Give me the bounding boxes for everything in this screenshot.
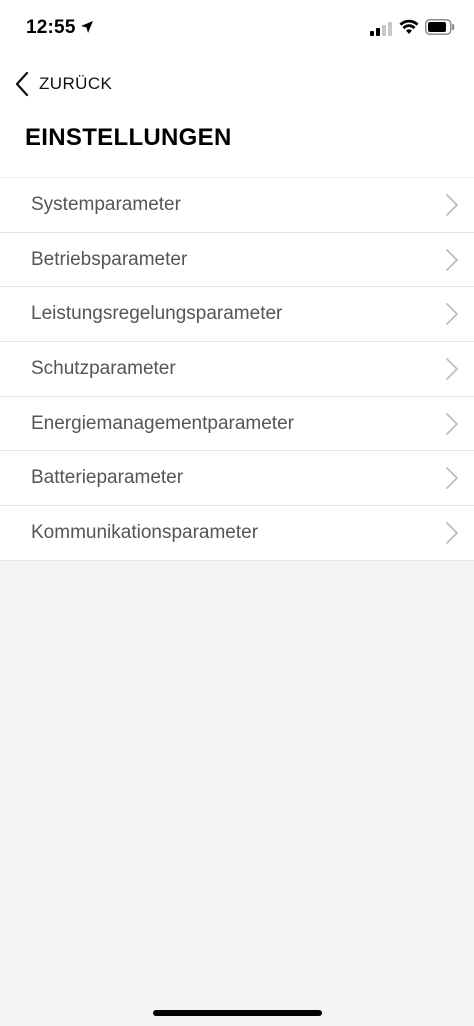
menu-item-label: Energiemanagementparameter (31, 412, 294, 434)
header-area: 12:55 ZURÜCK EINSTELLUNGEN (0, 0, 474, 178)
menu-item-label: Batterieparameter (31, 467, 184, 489)
menu-item-label: Leistungsregelungsparameter (31, 303, 283, 325)
chevron-left-icon (15, 71, 29, 97)
menu-item-betriebsparameter[interactable]: Betriebsparameter (0, 232, 474, 288)
menu-item-label: Betriebsparameter (31, 248, 188, 270)
menu-item-label: Kommunikationsparameter (31, 521, 259, 543)
chevron-right-icon (446, 248, 458, 271)
chevron-right-icon (446, 412, 458, 435)
chevron-right-icon (446, 522, 458, 544)
menu-item-energiemanagementparameter[interactable]: Energiemanagementparameter (0, 396, 474, 452)
cellular-signal-icon (370, 22, 392, 36)
battery-icon (425, 19, 455, 35)
settings-screen: 12:55 ZURÜCK EINSTELLUNGEN Systemparamet… (0, 0, 474, 1026)
menu-item-label: Systemparameter (31, 193, 181, 215)
home-indicator[interactable] (153, 1010, 322, 1016)
status-bar: 12:55 (0, 0, 474, 56)
menu-item-label: Schutzparameter (31, 357, 176, 379)
wifi-icon (399, 19, 419, 34)
menu-item-batterieparameter[interactable]: Batterieparameter (0, 451, 474, 507)
back-button[interactable]: ZURÜCK (14, 70, 124, 98)
chevron-right-icon (446, 193, 458, 216)
menu-item-schutzparameter[interactable]: Schutzparameter (0, 342, 474, 397)
status-time: 12:55 (26, 17, 76, 38)
chevron-right-icon (446, 358, 458, 380)
chevron-right-icon (446, 467, 458, 490)
back-label: ZURÜCK (39, 74, 113, 93)
location-arrow-icon (81, 21, 93, 33)
menu-item-leistungsregelungsparameter[interactable]: Leistungsregelungsparameter (0, 287, 474, 343)
settings-menu-list: Systemparameter Betriebsparameter Leistu… (0, 177, 474, 561)
menu-item-kommunikationsparameter[interactable]: Kommunikationsparameter (0, 506, 474, 561)
chevron-right-icon (446, 303, 458, 326)
menu-item-systemparameter[interactable]: Systemparameter (0, 178, 474, 233)
page-title: EINSTELLUNGEN (25, 124, 232, 151)
